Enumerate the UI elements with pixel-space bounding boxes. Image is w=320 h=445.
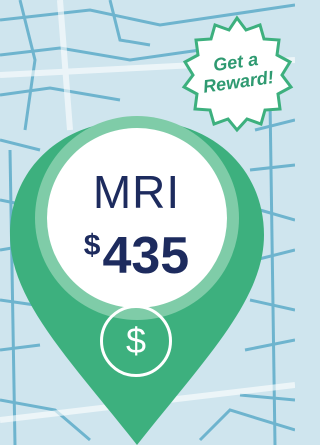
procedure-name: MRI — [92, 166, 181, 218]
promo-graphic: Get a Reward! MRI $435 $ — [0, 0, 295, 445]
price-amount: 435 — [102, 227, 190, 285]
dollar-icon: $ — [100, 305, 172, 377]
price: $435 — [44, 218, 229, 284]
currency-symbol: $ — [83, 229, 101, 262]
